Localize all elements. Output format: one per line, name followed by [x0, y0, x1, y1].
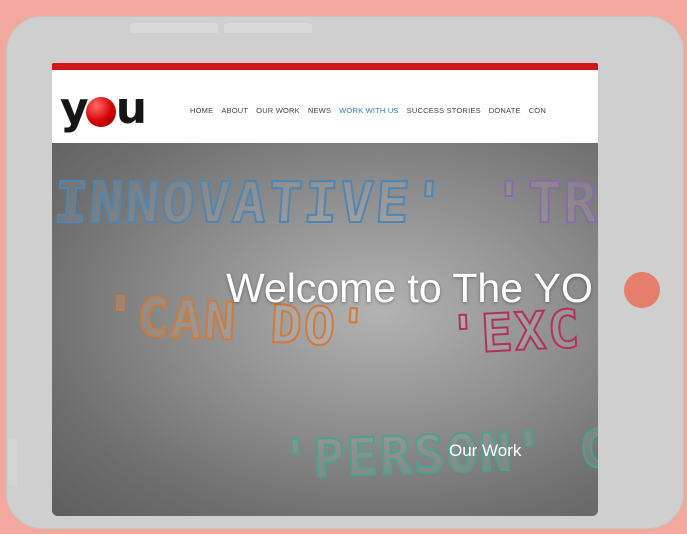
nav-item-donate[interactable]: DONATE [489, 106, 521, 115]
nav-item-work-with-us[interactable]: WORK WITH US [339, 106, 398, 115]
hero-doodle-word: INNOVATIVE' [52, 170, 450, 237]
volume-button [224, 23, 312, 33]
our-work-link[interactable]: Our Work [449, 441, 521, 461]
main-nav: HOME ABOUT OUR WORK NEWS WORK WITH US SU… [190, 106, 546, 115]
volume-button [130, 23, 218, 33]
site-logo[interactable]: y u [60, 82, 147, 134]
tablet-screen: y u HOME ABOUT OUR WORK NEWS WORK WITH U… [52, 63, 598, 516]
hero-heading: Welcome to The YO [226, 265, 593, 311]
nav-item-about[interactable]: ABOUT [221, 106, 248, 115]
nav-item-contact[interactable]: CON [529, 106, 546, 115]
hero-doodle-word: 'PERSON' C [278, 418, 598, 492]
tablet-frame: y u HOME ABOUT OUR WORK NEWS WORK WITH U… [6, 16, 684, 529]
logo-letter: u [115, 82, 147, 134]
nav-item-news[interactable]: NEWS [308, 106, 331, 115]
logo-ball-icon [85, 97, 116, 127]
site-header: y u HOME ABOUT OUR WORK NEWS WORK WITH U… [52, 70, 598, 143]
logo-letter: y [60, 82, 89, 134]
brand-top-bar [52, 63, 598, 70]
side-button [8, 438, 17, 486]
home-button[interactable] [624, 272, 660, 308]
hero-banner: INNOVATIVE' 'TR 'CAN DO' 'EXC 'PERSON' C… [52, 143, 598, 516]
nav-item-success-stories[interactable]: SUCCESS STORIES [407, 106, 481, 115]
nav-item-home[interactable]: HOME [190, 106, 213, 115]
nav-item-our-work[interactable]: OUR WORK [256, 106, 300, 115]
hero-doodle-word: 'TR [491, 170, 598, 237]
